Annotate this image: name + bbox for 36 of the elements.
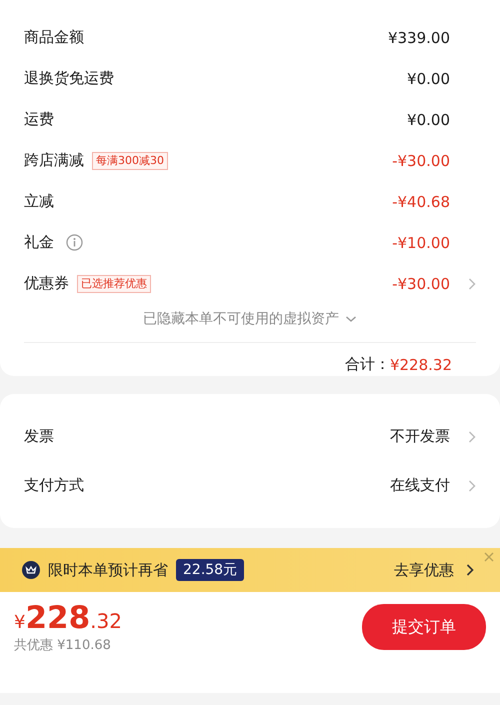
- row-label: 礼金: [24, 233, 54, 252]
- total-amount: ¥228.32: [390, 356, 452, 374]
- setting-value[interactable]: 不开发票: [390, 427, 450, 446]
- chevron-right-icon: [468, 480, 476, 492]
- enjoy-discount-link[interactable]: 去享优惠: [394, 560, 474, 580]
- setting-label: 支付方式: [24, 476, 84, 495]
- promo-text: 限时本单预计再省: [48, 560, 168, 580]
- total-savings: 共优惠 ¥110.68: [14, 637, 112, 654]
- hidden-assets-toggle[interactable]: 已隐藏本单不可使用的虚拟资产: [139, 306, 361, 332]
- amount-value: -¥30.00: [392, 152, 450, 170]
- setting-value[interactable]: 在线支付: [390, 476, 450, 495]
- row-label: 运费: [24, 110, 54, 129]
- row-label: 跨店满减: [24, 151, 84, 170]
- amount-value: ¥339.00: [388, 28, 450, 46]
- info-icon[interactable]: [66, 234, 83, 251]
- row-label: 商品金额: [24, 28, 84, 47]
- crown-icon: [22, 561, 40, 579]
- row-label: 优惠券: [24, 274, 69, 293]
- row-label: 立减: [24, 192, 54, 211]
- close-icon[interactable]: [484, 552, 494, 562]
- amount-value: ¥0.00: [407, 110, 450, 128]
- setting-label: 发票: [24, 427, 54, 446]
- row-label: 退换货免运费: [24, 69, 114, 88]
- submit-order-button[interactable]: 提交订单: [362, 604, 486, 650]
- total-label: 合计：: [344, 355, 390, 374]
- savings-badge: 22.58元: [176, 559, 244, 581]
- promo-tag: 已选推荐优惠: [77, 274, 151, 292]
- amount-value: -¥40.68: [392, 192, 450, 210]
- amount-value: ¥0.00: [407, 70, 450, 88]
- chevron-right-icon: [466, 564, 474, 576]
- chevron-right-icon: [468, 430, 476, 442]
- amount-value: -¥30.00: [392, 274, 450, 292]
- promo-tag: 每满300减30: [92, 152, 168, 170]
- amount-value: -¥10.00: [392, 234, 450, 252]
- chevron-down-icon: [345, 315, 357, 323]
- total-price: ¥228.32: [14, 600, 122, 636]
